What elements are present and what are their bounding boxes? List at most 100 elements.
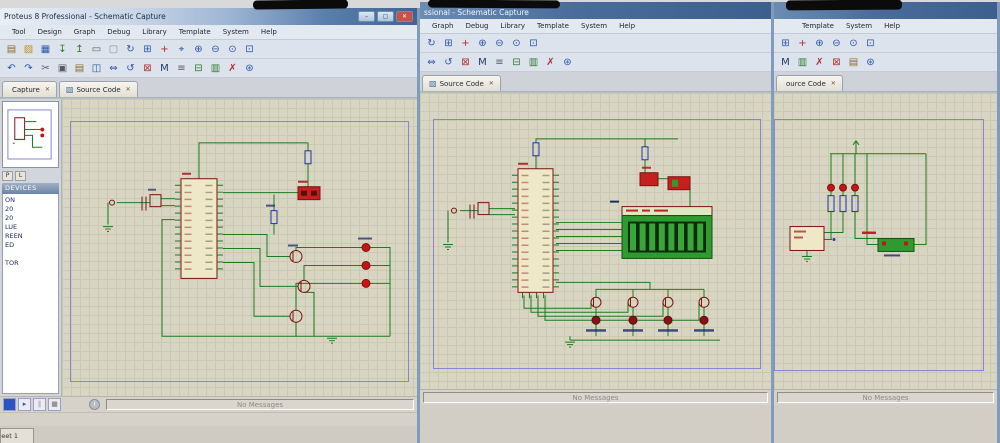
- grid-icon[interactable]: ⊞: [140, 42, 155, 57]
- menu-item[interactable]: Graph: [68, 27, 101, 37]
- block-delete-icon[interactable]: ⊠: [140, 61, 155, 76]
- tab-schematic-capture[interactable]: Capture ✕: [2, 81, 57, 97]
- save-icon[interactable]: ▦: [38, 42, 53, 57]
- close-button[interactable]: ✕: [396, 11, 413, 22]
- zoom-area-icon[interactable]: ⊡: [242, 42, 257, 57]
- find-icon[interactable]: M: [778, 55, 793, 70]
- menu-item[interactable]: Tool: [6, 27, 32, 37]
- sheet-tab[interactable]: Root sheet 1: [0, 428, 34, 443]
- menu-item[interactable]: Help: [255, 27, 283, 37]
- menu-item[interactable]: Library: [136, 27, 172, 37]
- zoom-all-icon[interactable]: ⊙: [846, 36, 861, 51]
- titlebar[interactable]: Proteus 8 Professional - Schematic Captu…: [0, 8, 417, 25]
- origin-icon[interactable]: +: [458, 36, 473, 51]
- new-sheet-icon[interactable]: ▥: [526, 55, 541, 70]
- library-button[interactable]: L: [15, 171, 26, 181]
- schematic-canvas[interactable]: [774, 93, 997, 389]
- import-icon[interactable]: ↧: [55, 42, 70, 57]
- tab-close-icon[interactable]: ✕: [45, 86, 50, 93]
- block-copy-icon[interactable]: ◫: [89, 61, 104, 76]
- remove-sheet-icon[interactable]: ✗: [812, 55, 827, 70]
- copy-icon[interactable]: ▣: [55, 61, 70, 76]
- grid-icon[interactable]: ⊞: [778, 36, 793, 51]
- device-list-item[interactable]: 20: [5, 205, 58, 214]
- paste-icon[interactable]: ▤: [846, 55, 861, 70]
- remove-sheet-icon[interactable]: ✗: [543, 55, 558, 70]
- block-move-icon[interactable]: ⇔: [424, 55, 439, 70]
- menu-item[interactable]: System: [840, 21, 878, 31]
- export-icon[interactable]: ↥: [72, 42, 87, 57]
- new-sheet-icon[interactable]: ▥: [208, 61, 223, 76]
- menu-item[interactable]: Help: [613, 21, 641, 31]
- pick-device-button[interactable]: P: [2, 171, 13, 181]
- device-list-item[interactable]: ON: [5, 196, 58, 205]
- device-list-item[interactable]: ED: [5, 241, 58, 250]
- device-list-item[interactable]: LUE: [5, 223, 58, 232]
- origin-icon[interactable]: +: [157, 42, 172, 57]
- zoom-percent-icon[interactable]: ⊛: [863, 55, 878, 70]
- refresh-icon[interactable]: ↻: [123, 42, 138, 57]
- device-list-item[interactable]: [5, 250, 58, 259]
- tab-close-icon[interactable]: ✕: [489, 80, 494, 87]
- schematic-overview-preview[interactable]: [2, 101, 59, 168]
- device-list-item[interactable]: 20: [5, 214, 58, 223]
- block-delete-icon[interactable]: ⊠: [458, 55, 473, 70]
- menu-item[interactable]: Template: [173, 27, 217, 37]
- schematic-canvas[interactable]: [62, 99, 417, 396]
- zoom-out-icon[interactable]: ⊖: [492, 36, 507, 51]
- step-button[interactable]: ▸: [18, 398, 31, 411]
- menu-item[interactable]: Design: [32, 27, 68, 37]
- find-icon[interactable]: M: [475, 55, 490, 70]
- zoom-all-icon[interactable]: ⊙: [509, 36, 524, 51]
- tab-close-icon[interactable]: ✕: [831, 80, 836, 87]
- zoom-in-icon[interactable]: ⊕: [812, 36, 827, 51]
- zoom-out-icon[interactable]: ⊖: [208, 42, 223, 57]
- cut-icon[interactable]: ✂: [38, 61, 53, 76]
- stop-button[interactable]: ■: [48, 398, 61, 411]
- info-icon[interactable]: i: [89, 399, 100, 410]
- pan-icon[interactable]: ⌖: [174, 42, 189, 57]
- block-move-icon[interactable]: ⇔: [106, 61, 121, 76]
- block-delete-icon[interactable]: ⊠: [829, 55, 844, 70]
- play-button[interactable]: [3, 398, 16, 411]
- zoom-percent-icon[interactable]: ⊛: [560, 55, 575, 70]
- open-folder-icon[interactable]: ▨: [21, 42, 36, 57]
- print-icon[interactable]: ▭: [89, 42, 104, 57]
- design-explorer-icon[interactable]: ⊟: [509, 55, 524, 70]
- refresh-icon[interactable]: ↻: [424, 36, 439, 51]
- tab-source-code[interactable]: ▧ Source Code ✕: [422, 75, 501, 91]
- mark-area-icon[interactable]: ▢: [106, 42, 121, 57]
- menu-item[interactable]: Help: [878, 21, 906, 31]
- remove-sheet-icon[interactable]: ✗: [225, 61, 240, 76]
- block-rotate-icon[interactable]: ↺: [441, 55, 456, 70]
- zoom-percent-icon[interactable]: ⊛: [242, 61, 257, 76]
- menu-item[interactable]: System: [575, 21, 613, 31]
- minimize-button[interactable]: –: [358, 11, 375, 22]
- tab-close-icon[interactable]: ✕: [126, 86, 131, 93]
- zoom-area-icon[interactable]: ⊡: [526, 36, 541, 51]
- maximize-button[interactable]: ▢: [377, 11, 394, 22]
- tab-source-code[interactable]: ▧ Source Code ✕: [59, 81, 138, 97]
- undo-icon[interactable]: ↶: [4, 61, 19, 76]
- grid-icon[interactable]: ⊞: [441, 36, 456, 51]
- menu-item[interactable]: Graph: [426, 21, 459, 31]
- menu-item[interactable]: Template: [796, 21, 840, 31]
- design-explorer-icon[interactable]: ⊟: [191, 61, 206, 76]
- property-tool-icon[interactable]: ≡: [174, 61, 189, 76]
- tab-source-code[interactable]: ource Code ✕: [776, 75, 843, 91]
- schematic-canvas[interactable]: [420, 93, 771, 389]
- zoom-all-icon[interactable]: ⊙: [225, 42, 240, 57]
- device-list-item[interactable]: REEN: [5, 232, 58, 241]
- origin-icon[interactable]: +: [795, 36, 810, 51]
- block-rotate-icon[interactable]: ↺: [123, 61, 138, 76]
- redo-icon[interactable]: ↷: [21, 61, 36, 76]
- menu-item[interactable]: Debug: [459, 21, 494, 31]
- paste-icon[interactable]: ▤: [72, 61, 87, 76]
- find-icon[interactable]: M: [157, 61, 172, 76]
- zoom-in-icon[interactable]: ⊕: [191, 42, 206, 57]
- menu-item[interactable]: System: [217, 27, 255, 37]
- menu-item[interactable]: Library: [495, 21, 531, 31]
- new-file-icon[interactable]: ▤: [4, 42, 19, 57]
- zoom-in-icon[interactable]: ⊕: [475, 36, 490, 51]
- menu-item[interactable]: Debug: [101, 27, 136, 37]
